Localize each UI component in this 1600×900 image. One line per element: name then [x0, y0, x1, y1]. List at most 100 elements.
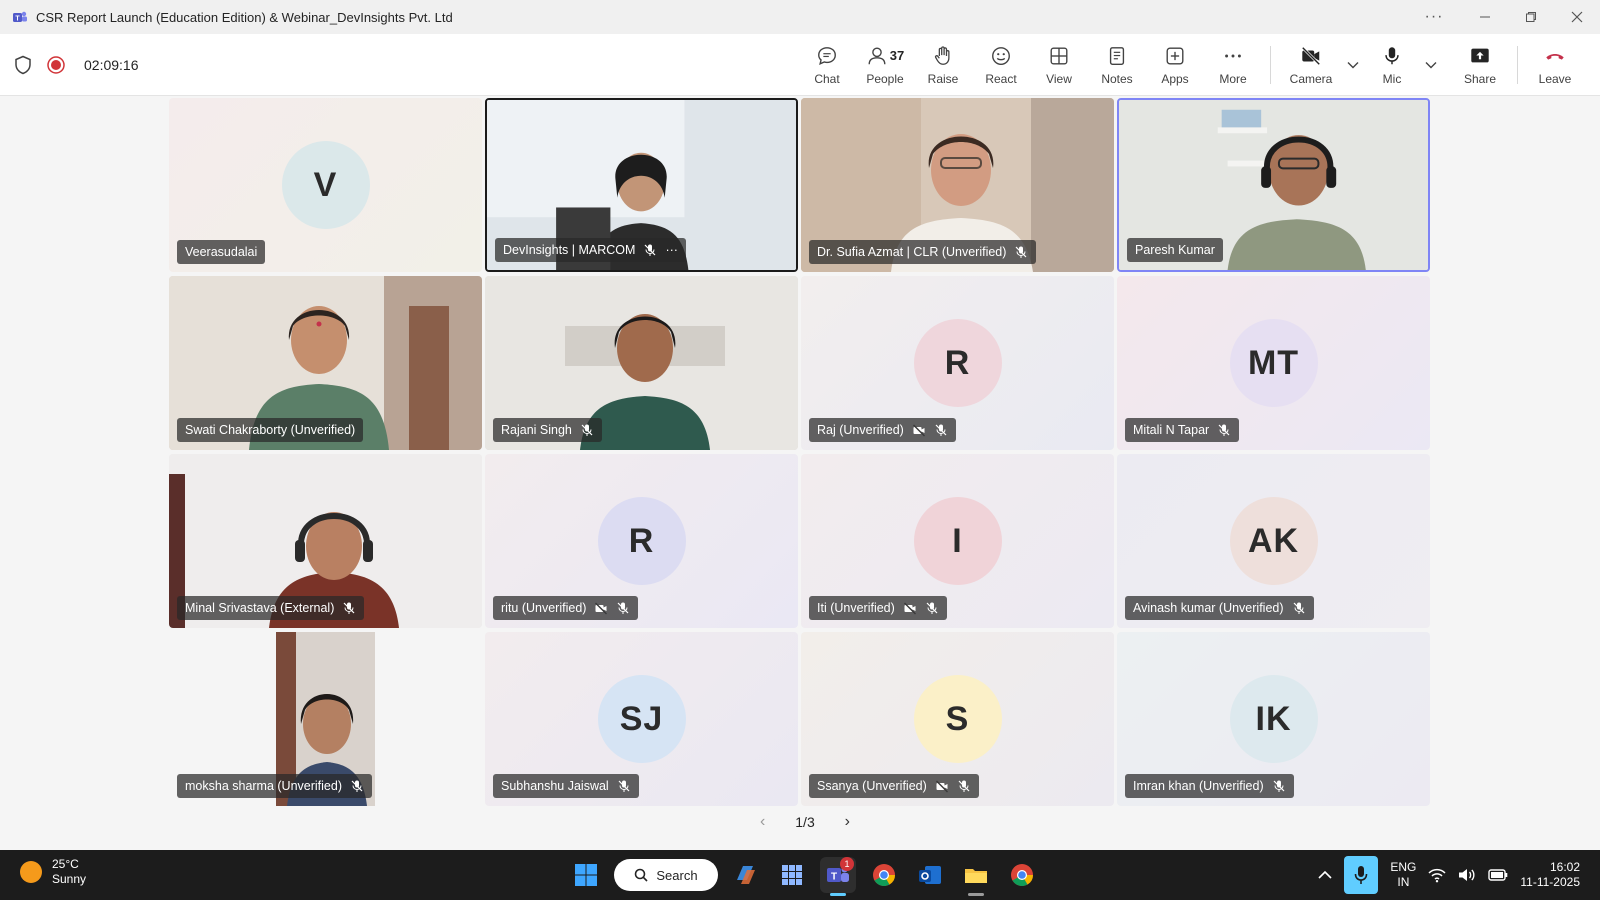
participant-tile-video[interactable]: Minal Srivastava (External) [169, 454, 482, 628]
active-app-indicator [968, 893, 984, 896]
avatar: S [913, 675, 1002, 763]
previous-page-button[interactable]: ‹ [760, 813, 765, 831]
muted-mic-icon [1218, 424, 1230, 436]
people-button[interactable]: 37 People [856, 37, 914, 93]
participant-tile[interactable]: MT Mitali N Tapar [1117, 276, 1430, 450]
start-button[interactable] [568, 857, 604, 893]
muted-mic-icon [926, 602, 938, 614]
muted-mic-icon [343, 602, 355, 614]
toolbar-separator-2 [1517, 46, 1518, 84]
react-label: React [985, 71, 1017, 86]
muted-mic-icon [351, 780, 363, 792]
share-button[interactable]: Share [1451, 37, 1509, 93]
search-label: Search [656, 867, 698, 883]
mic-options-chevron-icon[interactable] [1421, 37, 1441, 93]
participant-name-tag: Imran khan (Unverified) [1125, 774, 1294, 798]
wifi-icon[interactable] [1428, 867, 1446, 883]
mic-button[interactable]: Mic [1363, 37, 1421, 93]
participant-tile-video[interactable]: Paresh Kumar [1117, 98, 1430, 272]
participant-name: Veerasudalai [185, 245, 258, 259]
participant-name-tag: Subhanshu Jaiswal [493, 774, 639, 798]
camera-off-icon [595, 602, 608, 615]
participant-name-tag: moksha sharma (Unverified) [177, 774, 372, 798]
apps-button[interactable]: Apps [1146, 37, 1204, 93]
muted-mic-icon [618, 602, 629, 614]
participant-tile[interactable]: S Ssanya (Unverified) [801, 632, 1114, 806]
more-button[interactable]: More [1204, 37, 1262, 93]
participant-tile-video[interactable]: Dr. Sufia Azmat | CLR (Unverified) [801, 98, 1114, 272]
participant-name: DevInsights | MARCOM [503, 243, 636, 257]
clock-date: 11-11-2025 [1520, 875, 1580, 889]
more-options-icon[interactable]: ··· [1414, 0, 1454, 34]
restore-button[interactable] [1508, 0, 1554, 34]
task-view-app[interactable] [774, 857, 810, 893]
camera-off-icon [912, 424, 925, 437]
chrome-app-2[interactable] [1004, 857, 1040, 893]
view-button[interactable]: View [1030, 37, 1088, 93]
folder-icon [965, 869, 987, 883]
next-page-button[interactable]: › [845, 813, 850, 831]
weather-widget[interactable]: 25°C Sunny [20, 857, 86, 887]
chat-button[interactable]: Chat [798, 37, 856, 93]
react-button[interactable]: React [972, 37, 1030, 93]
participant-name: Paresh Kumar [1135, 243, 1215, 257]
participant-tile-video[interactable]: Rajani Singh [485, 276, 798, 450]
participant-tile[interactable]: AK Avinash kumar (Unverified) [1117, 454, 1430, 628]
language-indicator[interactable]: ENG IN [1390, 860, 1416, 890]
chevron-up-icon[interactable] [1318, 870, 1332, 880]
participant-tile[interactable]: R Raj (Unverified) [801, 276, 1114, 450]
teams-app[interactable]: T 1 [820, 857, 856, 896]
participant-name-tag: Dr. Sufia Azmat | CLR (Unverified) [809, 240, 1037, 264]
participant-tile[interactable]: I Iti (Unverified) [801, 454, 1114, 628]
raise-hand-button[interactable]: Raise [914, 37, 972, 93]
taskbar-search[interactable]: Search [614, 859, 718, 891]
participant-name-tag: Iti (Unverified) [809, 596, 947, 620]
meeting-stage: V Veerasudalai DevInsights | MARCOM ··· [0, 96, 1600, 850]
shield-icon[interactable] [14, 55, 32, 75]
system-clock[interactable]: 16:02 11-11-2025 [1520, 860, 1580, 890]
participant-tile[interactable]: R ritu (Unverified) [485, 454, 798, 628]
participant-tile-video[interactable]: Swati Chakraborty (Unverified) [169, 276, 482, 450]
camera-options-chevron-icon[interactable] [1343, 37, 1363, 93]
mic-in-use-indicator[interactable] [1344, 856, 1379, 894]
title-bar: T CSR Report Launch (Education Edition) … [0, 0, 1600, 34]
minimize-button[interactable] [1462, 0, 1508, 34]
participant-tile[interactable]: SJ Subhanshu Jaiswal [485, 632, 798, 806]
camera-button[interactable]: Camera [1279, 37, 1343, 93]
outlook-app[interactable] [912, 857, 948, 893]
participant-name: Raj (Unverified) [817, 423, 904, 437]
people-label: People [866, 71, 904, 86]
muted-mic-icon [1293, 602, 1304, 614]
avatar: R [913, 319, 1002, 407]
chrome-app[interactable] [866, 857, 902, 893]
participant-tile-video[interactable]: DevInsights | MARCOM ··· [485, 98, 798, 272]
muted-mic-icon [1273, 780, 1285, 792]
microphone-icon [1355, 866, 1368, 884]
leave-button[interactable]: Leave [1526, 37, 1584, 93]
gallery-pager: ‹ 1/3 › [760, 812, 850, 832]
avatar: AK [1229, 497, 1318, 585]
toolbar-separator [1270, 46, 1271, 84]
restore-icon [1526, 12, 1536, 22]
participant-name-tag: Avinash kumar (Unverified) [1125, 596, 1314, 620]
notes-button[interactable]: Notes [1088, 37, 1146, 93]
tile-more-icon[interactable]: ··· [665, 243, 678, 257]
leave-label: Leave [1538, 71, 1572, 86]
participant-name: Subhanshu Jaiswal [501, 779, 609, 793]
microphone-icon [1385, 46, 1399, 64]
apps-label: Apps [1161, 71, 1189, 86]
close-button[interactable] [1554, 0, 1600, 34]
share-label: Share [1463, 71, 1497, 86]
more-icon [1225, 54, 1241, 57]
participant-tile-video[interactable]: moksha sharma (Unverified) [169, 632, 482, 806]
avatar: V [281, 141, 370, 229]
raise-hand-icon [934, 45, 950, 65]
participant-tile[interactable]: IK Imran khan (Unverified) [1117, 632, 1430, 806]
battery-icon[interactable] [1488, 868, 1508, 882]
volume-icon[interactable] [1458, 867, 1476, 883]
m365-copilot-app[interactable] [728, 857, 764, 893]
file-explorer-app[interactable] [958, 857, 994, 896]
participant-name-tag: Mitali N Tapar [1125, 418, 1240, 442]
participant-tile[interactable]: V Veerasudalai [169, 98, 482, 272]
muted-mic-icon [935, 424, 947, 436]
